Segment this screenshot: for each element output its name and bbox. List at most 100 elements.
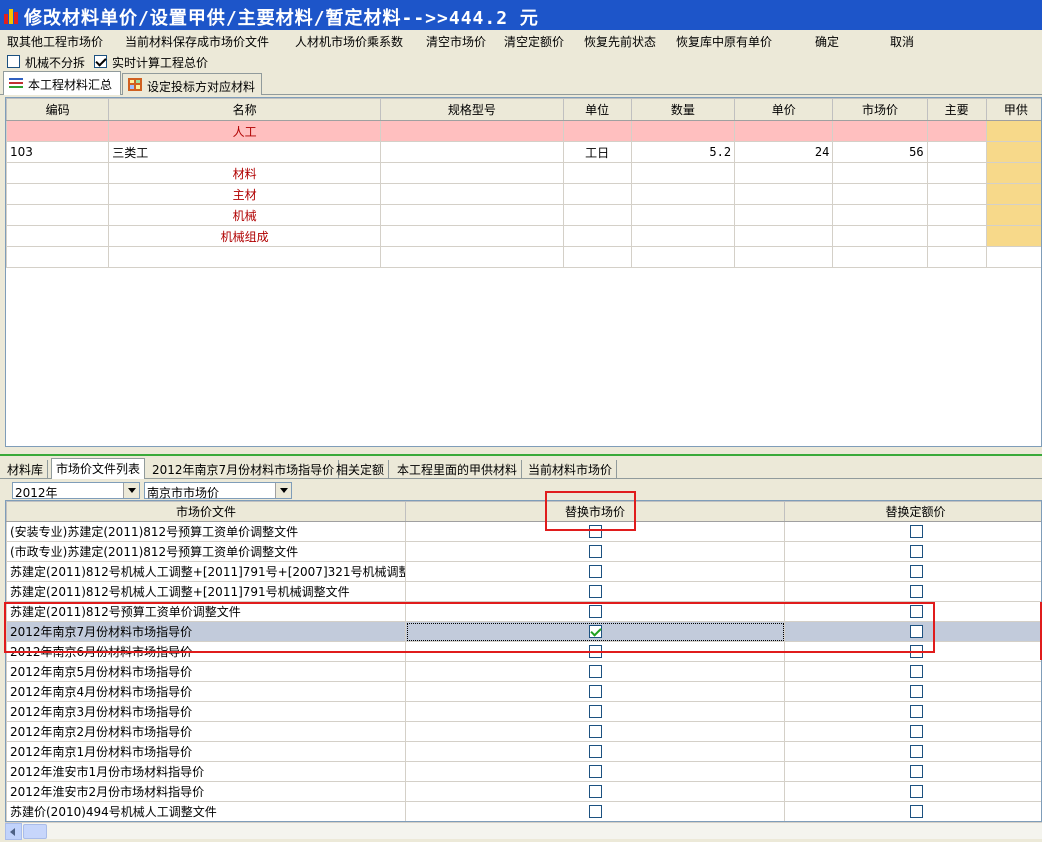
replace-market-cell[interactable]: [405, 721, 785, 742]
replace-quota-checkbox[interactable]: [909, 565, 923, 578]
cell-market[interactable]: [832, 204, 928, 226]
table-row[interactable]: 2012年南京5月份材料市场指导价: [6, 661, 1041, 682]
replace-quota-checkbox[interactable]: [909, 805, 923, 818]
tab-project-materials[interactable]: 本工程材料汇总: [3, 71, 121, 95]
cell-name[interactable]: [108, 246, 382, 268]
table-row[interactable]: 2012年南京2月份材料市场指导价: [6, 721, 1041, 742]
cell-main[interactable]: [926, 141, 987, 163]
cell-file-name[interactable]: 苏建定(2011)812号机械人工调整+[2011]791号机械调整文件: [6, 581, 406, 602]
cell-price[interactable]: [734, 183, 834, 205]
replace-market-checkbox[interactable]: [589, 665, 602, 678]
cell-unit[interactable]: [562, 225, 632, 247]
table-row[interactable]: 人工: [6, 120, 1041, 142]
cell-file-name[interactable]: 苏建定(2011)812号预算工资单价调整文件: [6, 601, 406, 622]
replace-quota-cell[interactable]: [784, 781, 1041, 802]
cell-main[interactable]: [926, 183, 987, 205]
cell-main[interactable]: [926, 246, 987, 268]
replace-quota-cell[interactable]: [784, 641, 1041, 662]
cell-code[interactable]: [6, 162, 110, 184]
cell-owner-supplied[interactable]: [985, 183, 1041, 205]
cell-qty[interactable]: [630, 225, 736, 247]
cell-file-name[interactable]: (安装专业)苏建定(2011)812号预算工资单价调整文件: [6, 521, 406, 542]
cell-name[interactable]: 材料: [108, 162, 382, 184]
cell-file-name[interactable]: 2012年南京1月份材料市场指导价: [6, 741, 406, 762]
cell-code[interactable]: [6, 204, 110, 226]
year-select[interactable]: 2012年: [12, 482, 140, 500]
cell-code[interactable]: [6, 246, 110, 268]
tab-market-price-files[interactable]: 市场价文件列表: [51, 458, 146, 479]
replace-market-checkbox[interactable]: [589, 605, 602, 618]
cell-file-name[interactable]: 2012年南京7月份材料市场指导价: [6, 621, 406, 642]
col-spec[interactable]: 规格型号: [380, 98, 564, 121]
replace-market-cell[interactable]: [405, 761, 785, 782]
cell-unit[interactable]: [562, 120, 632, 142]
replace-quota-checkbox[interactable]: [909, 625, 923, 638]
replace-market-checkbox[interactable]: [589, 525, 602, 538]
cell-unit[interactable]: [562, 162, 632, 184]
table-row[interactable]: 2012年南京1月份材料市场指导价: [6, 741, 1041, 762]
replace-market-checkbox[interactable]: [589, 725, 602, 738]
tab-owner-supplied-materials[interactable]: 本工程里面的甲供材料: [393, 460, 523, 479]
replace-quota-cell[interactable]: [784, 801, 1041, 821]
cell-file-name[interactable]: 苏建定(2011)812号机械人工调整+[2011]791号+[2007]321…: [6, 561, 406, 582]
cell-file-name[interactable]: (市政专业)苏建定(2011)812号预算工资单价调整文件: [6, 541, 406, 562]
cell-qty[interactable]: [630, 162, 736, 184]
cell-name[interactable]: 人工: [108, 120, 382, 142]
col-replace-market[interactable]: 替换市场价: [405, 501, 785, 522]
cell-market[interactable]: [832, 162, 928, 184]
replace-quota-checkbox[interactable]: [909, 765, 923, 778]
pane-splitter[interactable]: [0, 449, 1042, 456]
cell-qty[interactable]: [630, 246, 736, 268]
cell-main[interactable]: [926, 120, 987, 142]
col-unit[interactable]: 单位: [562, 98, 632, 121]
cell-price[interactable]: [734, 225, 834, 247]
cell-qty[interactable]: 5.2: [630, 141, 736, 163]
replace-market-checkbox[interactable]: [589, 805, 602, 818]
cell-spec[interactable]: [380, 246, 564, 268]
col-price[interactable]: 单价: [734, 98, 834, 121]
scrollbar-thumb[interactable]: [23, 824, 47, 839]
replace-market-cell[interactable]: [405, 661, 785, 682]
replace-market-cell[interactable]: [405, 641, 785, 662]
table-row[interactable]: 2012年南京4月份材料市场指导价: [6, 681, 1041, 702]
cell-spec[interactable]: [380, 141, 564, 163]
col-replace-quota[interactable]: 替换定额价: [784, 501, 1041, 522]
cell-code[interactable]: [6, 120, 110, 142]
col-main[interactable]: 主要: [926, 98, 987, 121]
tab-bidder-materials[interactable]: 设定投标方对应材料: [122, 73, 262, 95]
table-row[interactable]: 2012年淮安市1月份市场材料指导价: [6, 761, 1041, 782]
replace-market-cell[interactable]: [405, 521, 785, 542]
cell-file-name[interactable]: 2012年淮安市1月份市场材料指导价: [6, 761, 406, 782]
cell-owner-supplied[interactable]: [985, 204, 1041, 226]
replace-quota-cell[interactable]: [784, 541, 1041, 562]
replace-market-cell[interactable]: [405, 801, 785, 821]
replace-market-checkbox[interactable]: [589, 565, 602, 578]
col-market-file[interactable]: 市场价文件: [6, 501, 406, 522]
cell-file-name[interactable]: 2012年淮安市2月份市场材料指导价: [6, 781, 406, 802]
replace-quota-checkbox[interactable]: [909, 725, 923, 738]
cell-price[interactable]: [734, 120, 834, 142]
table-row[interactable]: 机械组成: [6, 225, 1041, 247]
ok-button[interactable]: 确定: [815, 33, 839, 50]
cell-main[interactable]: [926, 162, 987, 184]
cell-file-name[interactable]: 2012年南京5月份材料市场指导价: [6, 661, 406, 682]
menu-clear-quota-price[interactable]: 清空定额价: [504, 33, 564, 50]
replace-market-cell[interactable]: [405, 681, 785, 702]
table-row-empty[interactable]: [6, 246, 1041, 268]
tab-related-quotas[interactable]: 相关定额: [332, 460, 390, 479]
replace-market-checkbox[interactable]: [589, 785, 602, 798]
chevron-down-icon[interactable]: [275, 483, 291, 498]
tab-current-market-price[interactable]: 当前材料市场价: [524, 460, 618, 479]
cell-name[interactable]: 主材: [108, 183, 382, 205]
replace-quota-checkbox[interactable]: [909, 525, 923, 538]
table-row[interactable]: 苏建价(2010)494号机械人工调整文件: [6, 801, 1041, 821]
replace-quota-cell[interactable]: [784, 741, 1041, 762]
table-row[interactable]: 103 三类工 工日 5.2 24 56: [6, 141, 1041, 163]
col-market[interactable]: 市场价: [832, 98, 928, 121]
replace-market-cell[interactable]: [405, 701, 785, 722]
cell-file-name[interactable]: 2012年南京2月份材料市场指导价: [6, 721, 406, 742]
cell-price[interactable]: [734, 204, 834, 226]
cell-owner-supplied[interactable]: [985, 141, 1041, 163]
cell-unit[interactable]: [562, 183, 632, 205]
cell-spec[interactable]: [380, 183, 564, 205]
